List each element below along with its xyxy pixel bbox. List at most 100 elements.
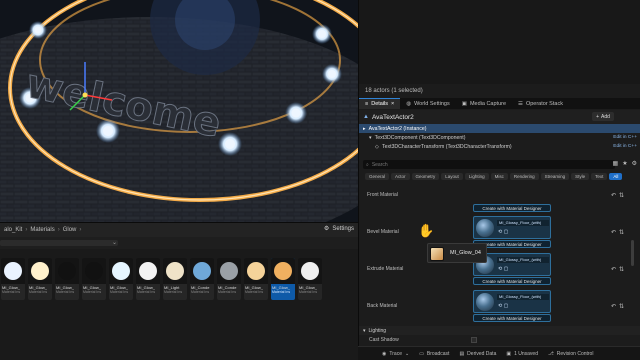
tab-operator-stack[interactable]: ☰ Operator Stack [512, 98, 569, 109]
browse-icon[interactable]: ⟲ ▢ [498, 303, 508, 309]
path-separator-icon: › [25, 227, 28, 233]
section-label: Lighting [368, 327, 387, 334]
broadcast-label: Broadcast [426, 350, 450, 357]
material-card[interactable]: MI_Glossy_Floor_(with) ⟲ ▢ [473, 290, 551, 313]
material-label: Back Material [367, 303, 398, 309]
filter-chip-rendering[interactable]: Rendering [509, 173, 539, 180]
derived-data-button[interactable]: ▤ Derived Data [459, 351, 496, 357]
asset-thumbnail [190, 258, 214, 284]
tab-world-settings[interactable]: ◍ World Settings [400, 98, 455, 109]
arrow-icon[interactable]: ⇅ [619, 303, 624, 310]
asset-type: Material Ins [29, 290, 48, 294]
asset-tile[interactable]: MI_Glow_ Material Ins [55, 258, 79, 300]
derived-data-label: Derived Data [467, 350, 497, 357]
filter-chip-general[interactable]: General [365, 173, 390, 180]
material-picker[interactable]: MI_Glossy_Floor_(with) [497, 294, 549, 300]
filter-chip-streaming[interactable]: Streaming [540, 173, 570, 180]
details-search-input[interactable]: ⌕ Search [363, 160, 615, 169]
asset-tile[interactable]: MI_Glow_ Material Ins [136, 258, 160, 300]
filter-chip-actor[interactable]: Actor [391, 173, 410, 180]
material-label: Extrude Material [367, 266, 404, 272]
asset-tile[interactable]: MI_Conde Material Ins [190, 258, 214, 300]
status-bar: ◉ Trace ⌄ ▭ Broadcast ▤ Derived Data ▣ 1… [358, 346, 640, 360]
plus-icon: + [596, 113, 599, 120]
search-placeholder: Search [371, 161, 388, 168]
path-separator-icon: › [79, 227, 82, 233]
filter-chip-lighting[interactable]: Lighting [464, 173, 489, 180]
add-component-button[interactable]: + Add [592, 112, 614, 121]
panel-tabs: ≡ Details × ◍ World Settings ▣ Media Cap… [359, 98, 640, 109]
filter-chip-geometry[interactable]: Geometry [411, 173, 440, 180]
asset-tile[interactable]: MI_Glow_ Material Ins [271, 258, 295, 300]
actor-icon: ▸ [363, 125, 366, 132]
lighting-section-header[interactable]: ▾ Lighting [359, 326, 640, 335]
content-filter-bar[interactable]: ⌄ [0, 237, 358, 249]
reset-icon[interactable]: ↶ [611, 266, 616, 273]
cast-shadow-checkbox[interactable] [471, 337, 477, 343]
create-with-material-designer-button[interactable]: Create with Material Designer [473, 277, 551, 285]
create-with-material-designer-button[interactable]: Create with Material Designer [473, 204, 551, 212]
filter-chip-style[interactable]: Style [571, 173, 590, 180]
grid-icon[interactable]: ▦ [613, 160, 619, 167]
component-label: Text3DCharacterTransform (Text3DCharacte… [382, 143, 512, 150]
asset-tile[interactable]: MI_Glow_ Material Ins [28, 258, 52, 300]
edit-in-cpp-link[interactable]: Edit in C++ [613, 144, 637, 149]
revision-control-button[interactable]: ⎇ Revision Control [548, 351, 593, 357]
tab-label: Details [371, 101, 389, 107]
browse-icon[interactable]: ⟲ ▢ [498, 266, 508, 272]
drag-preview: MI_Glow_04 [427, 243, 487, 263]
edit-in-cpp-link[interactable]: Edit in C++ [613, 135, 637, 140]
chevron-down-icon: ▾ [363, 327, 366, 334]
tab-media-capture[interactable]: ▣ Media Capture [456, 98, 512, 109]
asset-thumbnail [244, 258, 268, 284]
asset-tile[interactable]: MI_Glow_ Material Ins [298, 258, 322, 300]
arrow-icon[interactable]: ⇅ [619, 229, 624, 236]
material-picker[interactable]: MI_Glossy_Floor_(with) [497, 257, 549, 263]
gear-icon[interactable]: ⚙ [632, 160, 637, 167]
broadcast-button[interactable]: ▭ Broadcast [419, 351, 449, 357]
unsaved-button[interactable]: ▣ 1 Unsaved [506, 351, 538, 357]
reset-icon[interactable]: ↶ [611, 229, 616, 236]
level-viewport[interactable]: welcome [0, 0, 358, 222]
filter-chip-layout[interactable]: Layout [441, 173, 463, 180]
asset-tile[interactable]: MI_Conde Material Ins [217, 258, 241, 300]
component-row[interactable]: ▾ Text3DComponent (Text3DComponent) Edit… [359, 133, 640, 142]
camera-icon: ▣ [461, 100, 467, 107]
reset-icon[interactable]: ↶ [611, 303, 616, 310]
component-label: AvaTextActor2 (Instance) [368, 125, 427, 132]
filter-dropdown[interactable] [0, 240, 118, 246]
path-segment[interactable]: Glow [63, 227, 77, 233]
component-label: Text3DComponent (Text3DComponent) [374, 134, 466, 141]
filter-chip-text[interactable]: Text [591, 173, 608, 180]
filter-chip-misc[interactable]: Misc [490, 173, 508, 180]
asset-tile[interactable]: MI_Glow_ Material Ins [109, 258, 133, 300]
material-picker[interactable]: MI_Glossy_Floor_(with) [497, 220, 549, 226]
arrow-icon[interactable]: ⇅ [619, 192, 624, 199]
asset-tile[interactable]: MI_Glow_ Material Ins [1, 258, 25, 300]
component-tree: ▸ AvaTextActor2 (Instance) ▾ Text3DCompo… [359, 124, 640, 156]
star-icon[interactable]: ★ [622, 160, 627, 167]
revision-control-label: Revision Control [556, 350, 594, 357]
filter-chip-all[interactable]: All [609, 173, 623, 180]
component-row[interactable]: ◇ Text3DCharacterTransform (Text3DCharac… [359, 142, 640, 151]
add-label: Add [601, 113, 610, 120]
tab-details[interactable]: ≡ Details × [359, 98, 401, 109]
path-segment[interactable]: alo_Kit [4, 227, 22, 233]
reset-icon[interactable]: ↶ [611, 192, 616, 199]
create-with-material-designer-button[interactable]: Create with Material Designer [473, 314, 551, 322]
browse-icon[interactable]: ⟲ ▢ [498, 229, 508, 235]
arrow-icon[interactable]: ⇅ [619, 266, 624, 273]
material-card[interactable]: MI_Glossy_Floor_(with) ⟲ ▢ [473, 216, 551, 239]
asset-tile[interactable]: MI_Glow_ Material Ins [244, 258, 268, 300]
trace-button[interactable]: ◉ Trace ⌄ [382, 351, 409, 357]
close-icon[interactable]: × [391, 101, 394, 107]
asset-tile[interactable]: MI_Light Material Ins [163, 258, 187, 300]
asset-thumbnail [136, 258, 160, 284]
settings-button[interactable]: ⚙ Settings [324, 225, 354, 233]
trace-icon: ◉ [382, 350, 387, 357]
asset-tile[interactable]: MI_Glow_ Material Ins [82, 258, 106, 300]
path-segment[interactable]: Materials [30, 227, 54, 233]
details-scrollbar[interactable] [631, 240, 634, 266]
component-row[interactable]: ▸ AvaTextActor2 (Instance) [359, 124, 640, 133]
tab-label: Operator Stack [525, 100, 563, 107]
